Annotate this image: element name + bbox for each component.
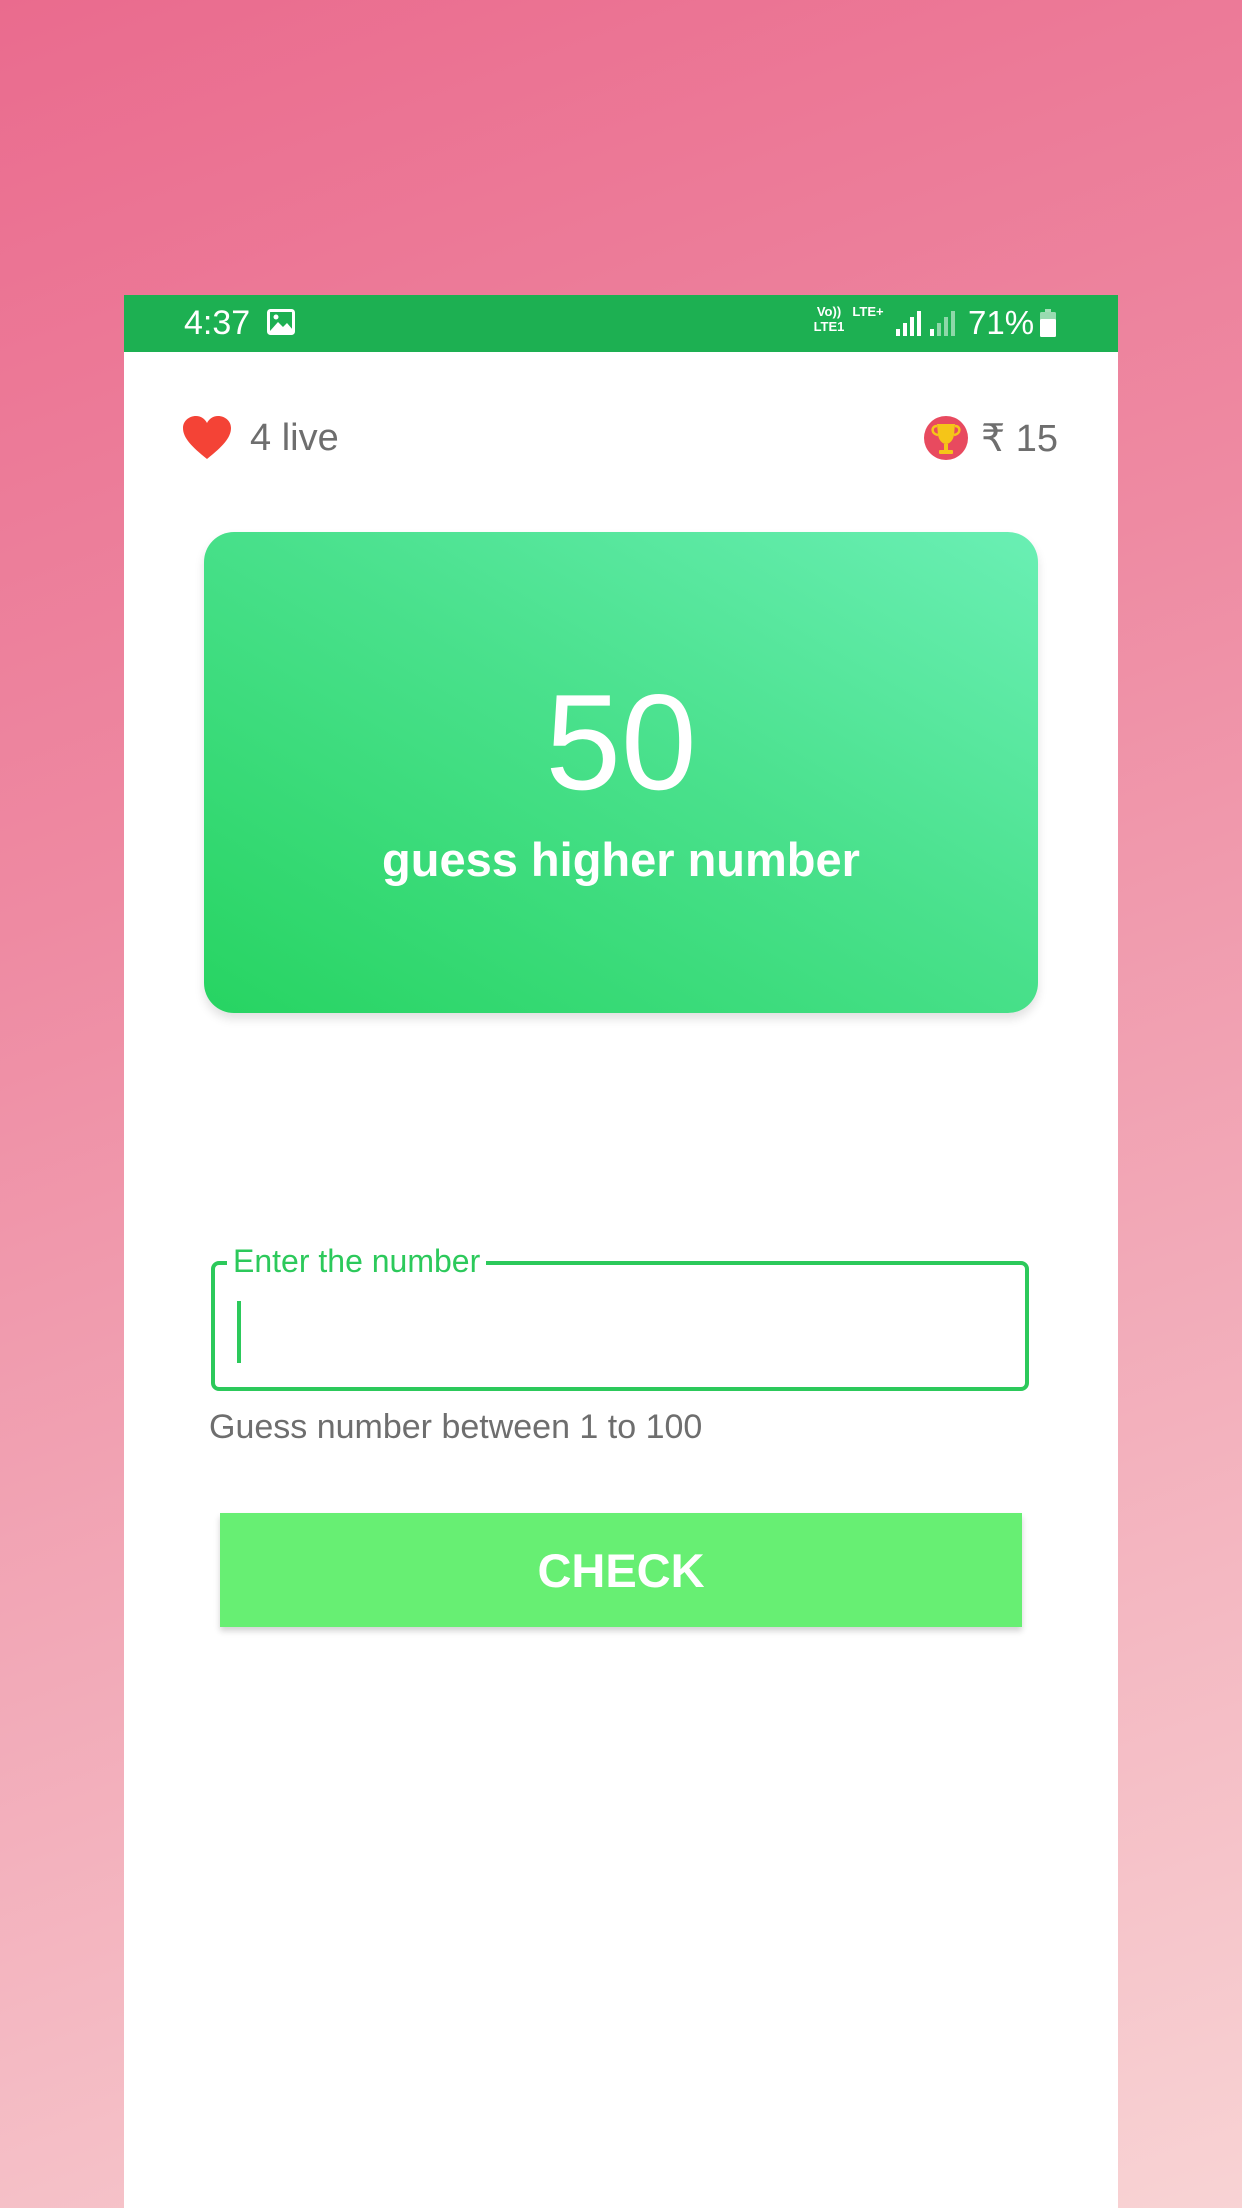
app-screen: 4:37 Vo)) LTE1 LTE+ 71% 4 live ₹ 15 50 g… (124, 295, 1118, 2208)
input-helper-text: Guess number between 1 to 100 (209, 1408, 703, 1446)
volte-label: Vo)) LTE1 (813, 304, 845, 334)
number-input-field[interactable]: Enter the number (211, 1241, 1029, 1391)
battery-percent: 71% (968, 304, 1035, 341)
heart-icon (183, 416, 231, 459)
lives-indicator: 4 live (182, 413, 339, 463)
coins-indicator: ₹ 15 (923, 413, 1058, 463)
gallery-icon (267, 309, 295, 335)
signal-icon (896, 311, 921, 336)
battery-icon (1040, 309, 1056, 337)
target-number-card: 50 guess higher number (204, 532, 1038, 1013)
lives-count: 4 live (250, 416, 339, 459)
lte-plus-label: LTE+ (852, 304, 884, 319)
trophy-icon (923, 416, 968, 460)
status-bar: 4:37 Vo)) LTE1 LTE+ 71% (124, 295, 1118, 352)
target-number: 50 (545, 666, 697, 818)
check-button[interactable]: CHECK (220, 1513, 1022, 1627)
text-cursor (237, 1301, 241, 1363)
guess-hint: guess higher number (382, 833, 860, 886)
number-input[interactable] (235, 1289, 1009, 1361)
coins-amount: ₹ 15 (980, 417, 1058, 460)
input-label: Enter the number (227, 1241, 487, 1281)
signal-icon (930, 311, 955, 336)
status-time: 4:37 (184, 304, 251, 342)
